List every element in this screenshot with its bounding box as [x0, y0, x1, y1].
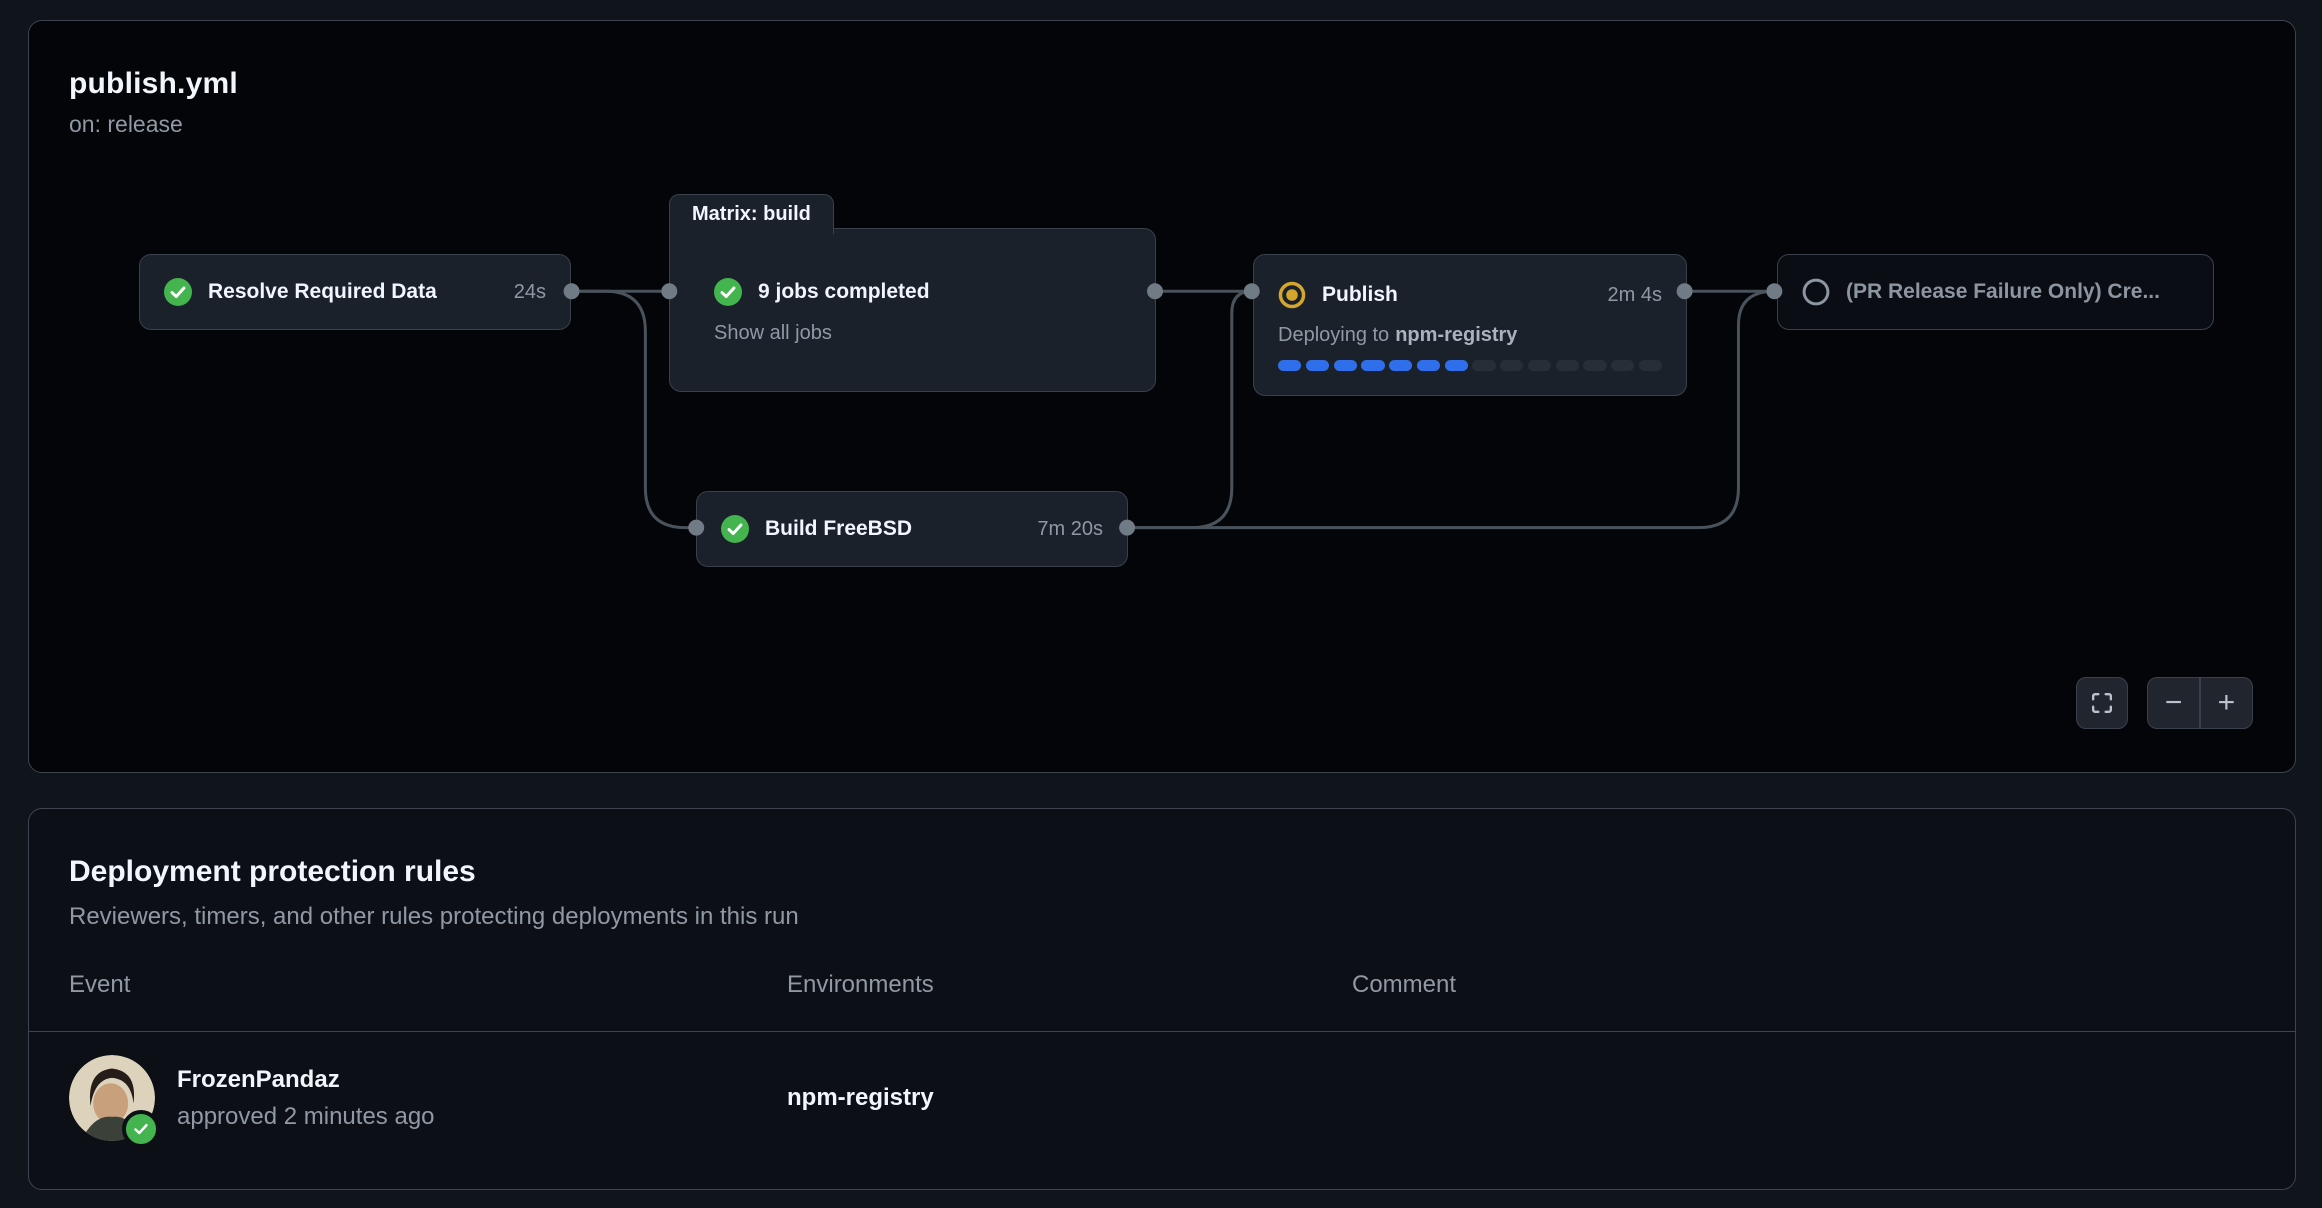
column-header-environments: Environments: [787, 971, 1352, 999]
approver-username: FrozenPandaz: [177, 1066, 435, 1094]
progress-segment: [1278, 360, 1301, 371]
fullscreen-button[interactable]: [2076, 677, 2128, 729]
matrix-group-tab: Matrix: build: [669, 194, 834, 234]
progress-segment: [1611, 360, 1634, 371]
protection-rules-table: Event Environments Comment: [69, 971, 2255, 1165]
in-progress-icon: [1278, 281, 1306, 309]
show-all-jobs-link[interactable]: Show all jobs: [714, 322, 1131, 345]
node-label: Build FreeBSD: [765, 517, 912, 541]
success-check-icon: [714, 278, 742, 306]
success-check-icon: [721, 515, 749, 543]
matrix-group-label: Matrix: build: [692, 203, 811, 226]
progress-segment: [1361, 360, 1384, 371]
node-matrix-build[interactable]: 9 jobs completed Show all jobs: [669, 228, 1156, 392]
deployment-protection-panel: Deployment protection rules Reviewers, t…: [28, 808, 2296, 1190]
progress-segment: [1583, 360, 1606, 371]
node-publish[interactable]: Publish 2m 4s Deploying to npm-registry: [1253, 254, 1687, 396]
publish-progress-bar: [1278, 360, 1662, 371]
progress-segment: [1334, 360, 1357, 371]
node-label: Resolve Required Data: [208, 280, 437, 304]
progress-segment: [1445, 360, 1468, 371]
workflow-graph-panel: publish.yml on: release Resolve Required…: [28, 20, 2296, 773]
event-cell: FrozenPandaz approved 2 minutes ago: [69, 1055, 787, 1141]
approval-status: approved 2 minutes ago: [177, 1103, 435, 1131]
node-duration: 24s: [514, 281, 546, 304]
node-pr-release-failure[interactable]: (PR Release Failure Only) Cre...: [1777, 254, 2214, 330]
node-duration: 7m 20s: [1037, 518, 1103, 541]
node-resolve-required-data[interactable]: Resolve Required Data 24s: [139, 254, 571, 330]
table-row: FrozenPandaz approved 2 minutes ago npm-…: [69, 1032, 2255, 1165]
minus-icon: −: [2165, 686, 2183, 720]
node-build-freebsd[interactable]: Build FreeBSD 7m 20s: [696, 491, 1128, 567]
deploy-status-line: Deploying to npm-registry: [1278, 321, 1662, 349]
deploy-target-environment: npm-registry: [1395, 324, 1517, 347]
pending-circle-icon: [1802, 278, 1830, 306]
success-check-icon: [164, 278, 192, 306]
check-icon: [131, 1119, 151, 1139]
event-text: FrozenPandaz approved 2 minutes ago: [177, 1066, 435, 1131]
table-header-row: Event Environments Comment: [69, 971, 2255, 1031]
fullscreen-icon: [2089, 690, 2115, 716]
avatar-wrap: [69, 1055, 155, 1141]
progress-segment: [1500, 360, 1523, 371]
workflow-trigger: on: release: [69, 111, 238, 138]
plus-icon: +: [2218, 686, 2236, 720]
progress-segment: [1389, 360, 1412, 371]
graph-controls: − +: [2076, 677, 2253, 729]
workflow-edges: [29, 21, 2295, 772]
workflow-file-title: publish.yml: [69, 67, 238, 101]
deploy-prefix: Deploying to: [1278, 324, 1389, 347]
rules-panel-title: Deployment protection rules: [69, 855, 2255, 889]
progress-segment: [1639, 360, 1662, 371]
column-header-event: Event: [69, 971, 787, 999]
progress-segment: [1528, 360, 1551, 371]
workflow-run-page: publish.yml on: release Resolve Required…: [0, 0, 2322, 1208]
progress-segment: [1556, 360, 1579, 371]
zoom-out-button[interactable]: −: [2148, 678, 2199, 728]
zoom-in-button[interactable]: +: [2201, 678, 2252, 728]
zoom-control-group: − +: [2147, 677, 2253, 729]
node-label: (PR Release Failure Only) Cre...: [1846, 280, 2160, 304]
node-duration: 2m 4s: [1608, 284, 1662, 307]
progress-segment: [1472, 360, 1495, 371]
progress-segment: [1306, 360, 1329, 371]
progress-segment: [1417, 360, 1440, 371]
graph-header: publish.yml on: release: [69, 67, 238, 138]
node-label: Publish: [1322, 283, 1398, 307]
environment-cell: npm-registry: [787, 1084, 1352, 1112]
column-header-comment: Comment: [1352, 971, 2255, 999]
approved-check-badge: [122, 1110, 160, 1148]
rules-panel-subtitle: Reviewers, timers, and other rules prote…: [69, 903, 2255, 931]
matrix-summary: 9 jobs completed: [758, 280, 930, 304]
